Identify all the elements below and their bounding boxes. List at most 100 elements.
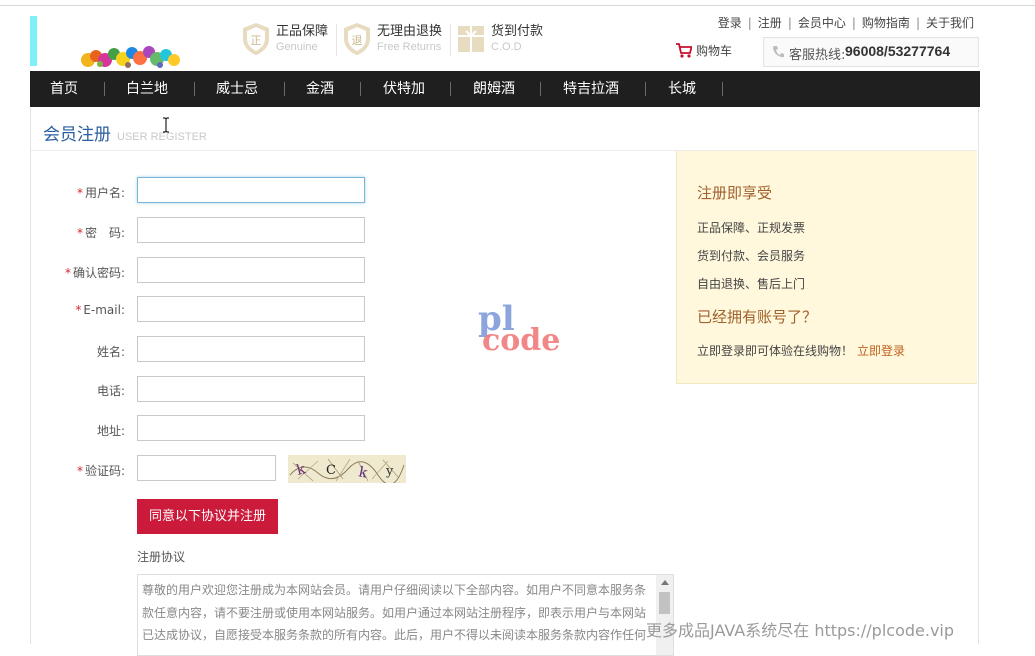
username-label-text: 用户名:	[84, 186, 125, 200]
agreement-line: 尊敬的用户欢迎您注册成为本网站会员。请用户仔细阅读以下全部内容。如用户不同意本服…	[142, 583, 647, 597]
password-label-text: 密 码:	[84, 226, 125, 240]
password-label: * 密 码:	[25, 224, 125, 241]
link-shopping-guide[interactable]: 购物指南	[862, 16, 910, 30]
phone-icon	[773, 46, 784, 58]
text-cursor-icon	[163, 117, 169, 133]
required-mark: *	[75, 303, 82, 317]
captcha-input[interactable]	[137, 455, 276, 481]
plcode-watermark-logo: pl code	[478, 299, 560, 358]
required-mark: *	[76, 186, 83, 200]
nav-item-home[interactable]: 首页	[50, 71, 78, 107]
badge-title: 货到付款	[491, 24, 544, 39]
page-title: 会员注册 USER REGISTER	[43, 120, 207, 145]
benefits-title: 注册即享受	[697, 184, 773, 202]
nav-separator	[645, 82, 646, 96]
login-prompt-text: 立即登录即可体验在线购物！	[697, 344, 854, 358]
email-label: * E-mail:	[25, 303, 125, 317]
hotline-label: 客服热线:	[789, 48, 846, 63]
badge-subtitle: Genuine	[276, 41, 318, 53]
svg-text:y: y	[385, 464, 394, 479]
agreement-line: 款任意内容，请不要注册或使用本网站服务。如用户通过本网站注册程序，即表示用户与本…	[142, 605, 647, 620]
scroll-thumb[interactable]	[659, 592, 670, 614]
agreement-line: 已达成协议，自愿接受本服务条款的所有内容。此后，用户不得以未阅读本服务条款内容作…	[142, 628, 647, 642]
benefit-item: 自由退换、售后上门	[697, 277, 806, 291]
badge-title: 无理由退换	[377, 24, 443, 39]
badge-subtitle: C.O.D	[491, 41, 522, 53]
top-links: 登录 | 注册 | 会员中心 | 购物指南 | 关于我们	[718, 14, 974, 31]
link-member-center[interactable]: 会员中心	[798, 16, 846, 30]
name-input[interactable]	[137, 336, 365, 362]
shield-genuine-icon: 正	[243, 23, 269, 55]
username-label: * 用户名:	[25, 184, 125, 201]
site-logo[interactable]	[30, 16, 190, 68]
address-label: 地址:	[96, 424, 125, 438]
shield-return-icon: 退	[344, 23, 370, 55]
svg-text:C: C	[326, 463, 336, 478]
name-label: 姓名:	[96, 345, 125, 359]
watermark-logo-bottom: code	[482, 323, 560, 358]
hotline-number: 96008/53277764	[845, 43, 951, 59]
phone-input[interactable]	[137, 376, 365, 402]
nav-separator	[540, 82, 541, 96]
cart-link[interactable]: 购物车	[676, 42, 732, 59]
link-separator: |	[851, 16, 856, 30]
page-title-text: 会员注册	[43, 125, 111, 145]
svg-text:退: 退	[352, 34, 363, 47]
benefit-item: 正品保障、正规发票	[697, 221, 806, 235]
main-nav: 首页 白兰地 威士忌 金酒 伏特加 朗姆酒 特吉拉酒 长城	[30, 71, 980, 107]
top-divider	[0, 5, 1035, 6]
nav-item-brandy[interactable]: 白兰地	[126, 71, 168, 107]
phone-label: 电话:	[96, 384, 125, 398]
link-separator: |	[787, 16, 792, 30]
required-mark: *	[64, 266, 71, 280]
link-register[interactable]: 注册	[758, 16, 782, 30]
hotline-box: 客服热线: 96008/53277764	[763, 37, 979, 67]
scroll-up-icon[interactable]	[661, 580, 669, 585]
cart-label: 购物车	[696, 44, 733, 58]
nav-separator	[284, 82, 285, 96]
badge-divider	[336, 24, 337, 56]
cod-box-icon	[458, 26, 484, 52]
link-login[interactable]: 登录	[718, 16, 742, 30]
nav-item-gin[interactable]: 金酒	[306, 71, 334, 107]
captcha-label: * 验证码:	[25, 462, 125, 479]
address-input[interactable]	[137, 415, 365, 441]
captcha-label-text: 验证码:	[84, 464, 125, 478]
badge-divider	[450, 24, 451, 56]
cart-icon	[676, 43, 693, 58]
nav-item-rum[interactable]: 朗姆酒	[473, 71, 515, 107]
register-submit-button[interactable]: 同意以下协议并注册	[137, 499, 278, 534]
nav-item-whisky[interactable]: 威士忌	[216, 71, 258, 107]
logo-flowers-icon	[81, 46, 180, 68]
password-input[interactable]	[137, 217, 365, 243]
nav-separator	[104, 82, 105, 96]
confirm-password-label: * 确认密码:	[25, 264, 125, 281]
confirm-password-input[interactable]	[137, 257, 365, 283]
login-link[interactable]: 立即登录	[857, 344, 905, 358]
have-account-title: 已经拥有账号了？	[697, 308, 818, 326]
login-prompt: 立即登录即可体验在线购物！ 立即登录	[697, 342, 905, 359]
username-input[interactable]	[137, 177, 365, 203]
link-separator: |	[915, 16, 920, 30]
nav-item-greatwall[interactable]: 长城	[668, 71, 696, 107]
badge-subtitle: Free Returns	[377, 41, 442, 53]
required-mark: *	[76, 226, 83, 240]
agreement-scrollbar[interactable]	[656, 575, 673, 655]
captcha-image[interactable]: k C k y	[288, 455, 406, 483]
svg-text:正: 正	[251, 34, 262, 47]
email-input[interactable]	[137, 296, 365, 322]
nav-item-vodka[interactable]: 伏特加	[383, 71, 425, 107]
nav-item-tequila[interactable]: 特吉拉酒	[563, 71, 619, 107]
nav-separator	[360, 82, 361, 96]
badge-title: 正品保障	[276, 24, 329, 39]
nav-separator	[722, 82, 723, 96]
email-label-text: E-mail:	[83, 303, 125, 317]
link-about-us[interactable]: 关于我们	[926, 16, 974, 30]
confirm-password-label-text: 确认密码:	[72, 266, 125, 280]
footer-watermark: 更多成品JAVA系统尽在 https://plcode.vip	[646, 621, 955, 640]
benefit-item: 货到付款、会员服务	[697, 249, 806, 263]
required-mark: *	[76, 464, 83, 478]
nav-separator	[194, 82, 195, 96]
link-separator: |	[747, 16, 752, 30]
agreement-title: 注册协议	[137, 550, 186, 564]
